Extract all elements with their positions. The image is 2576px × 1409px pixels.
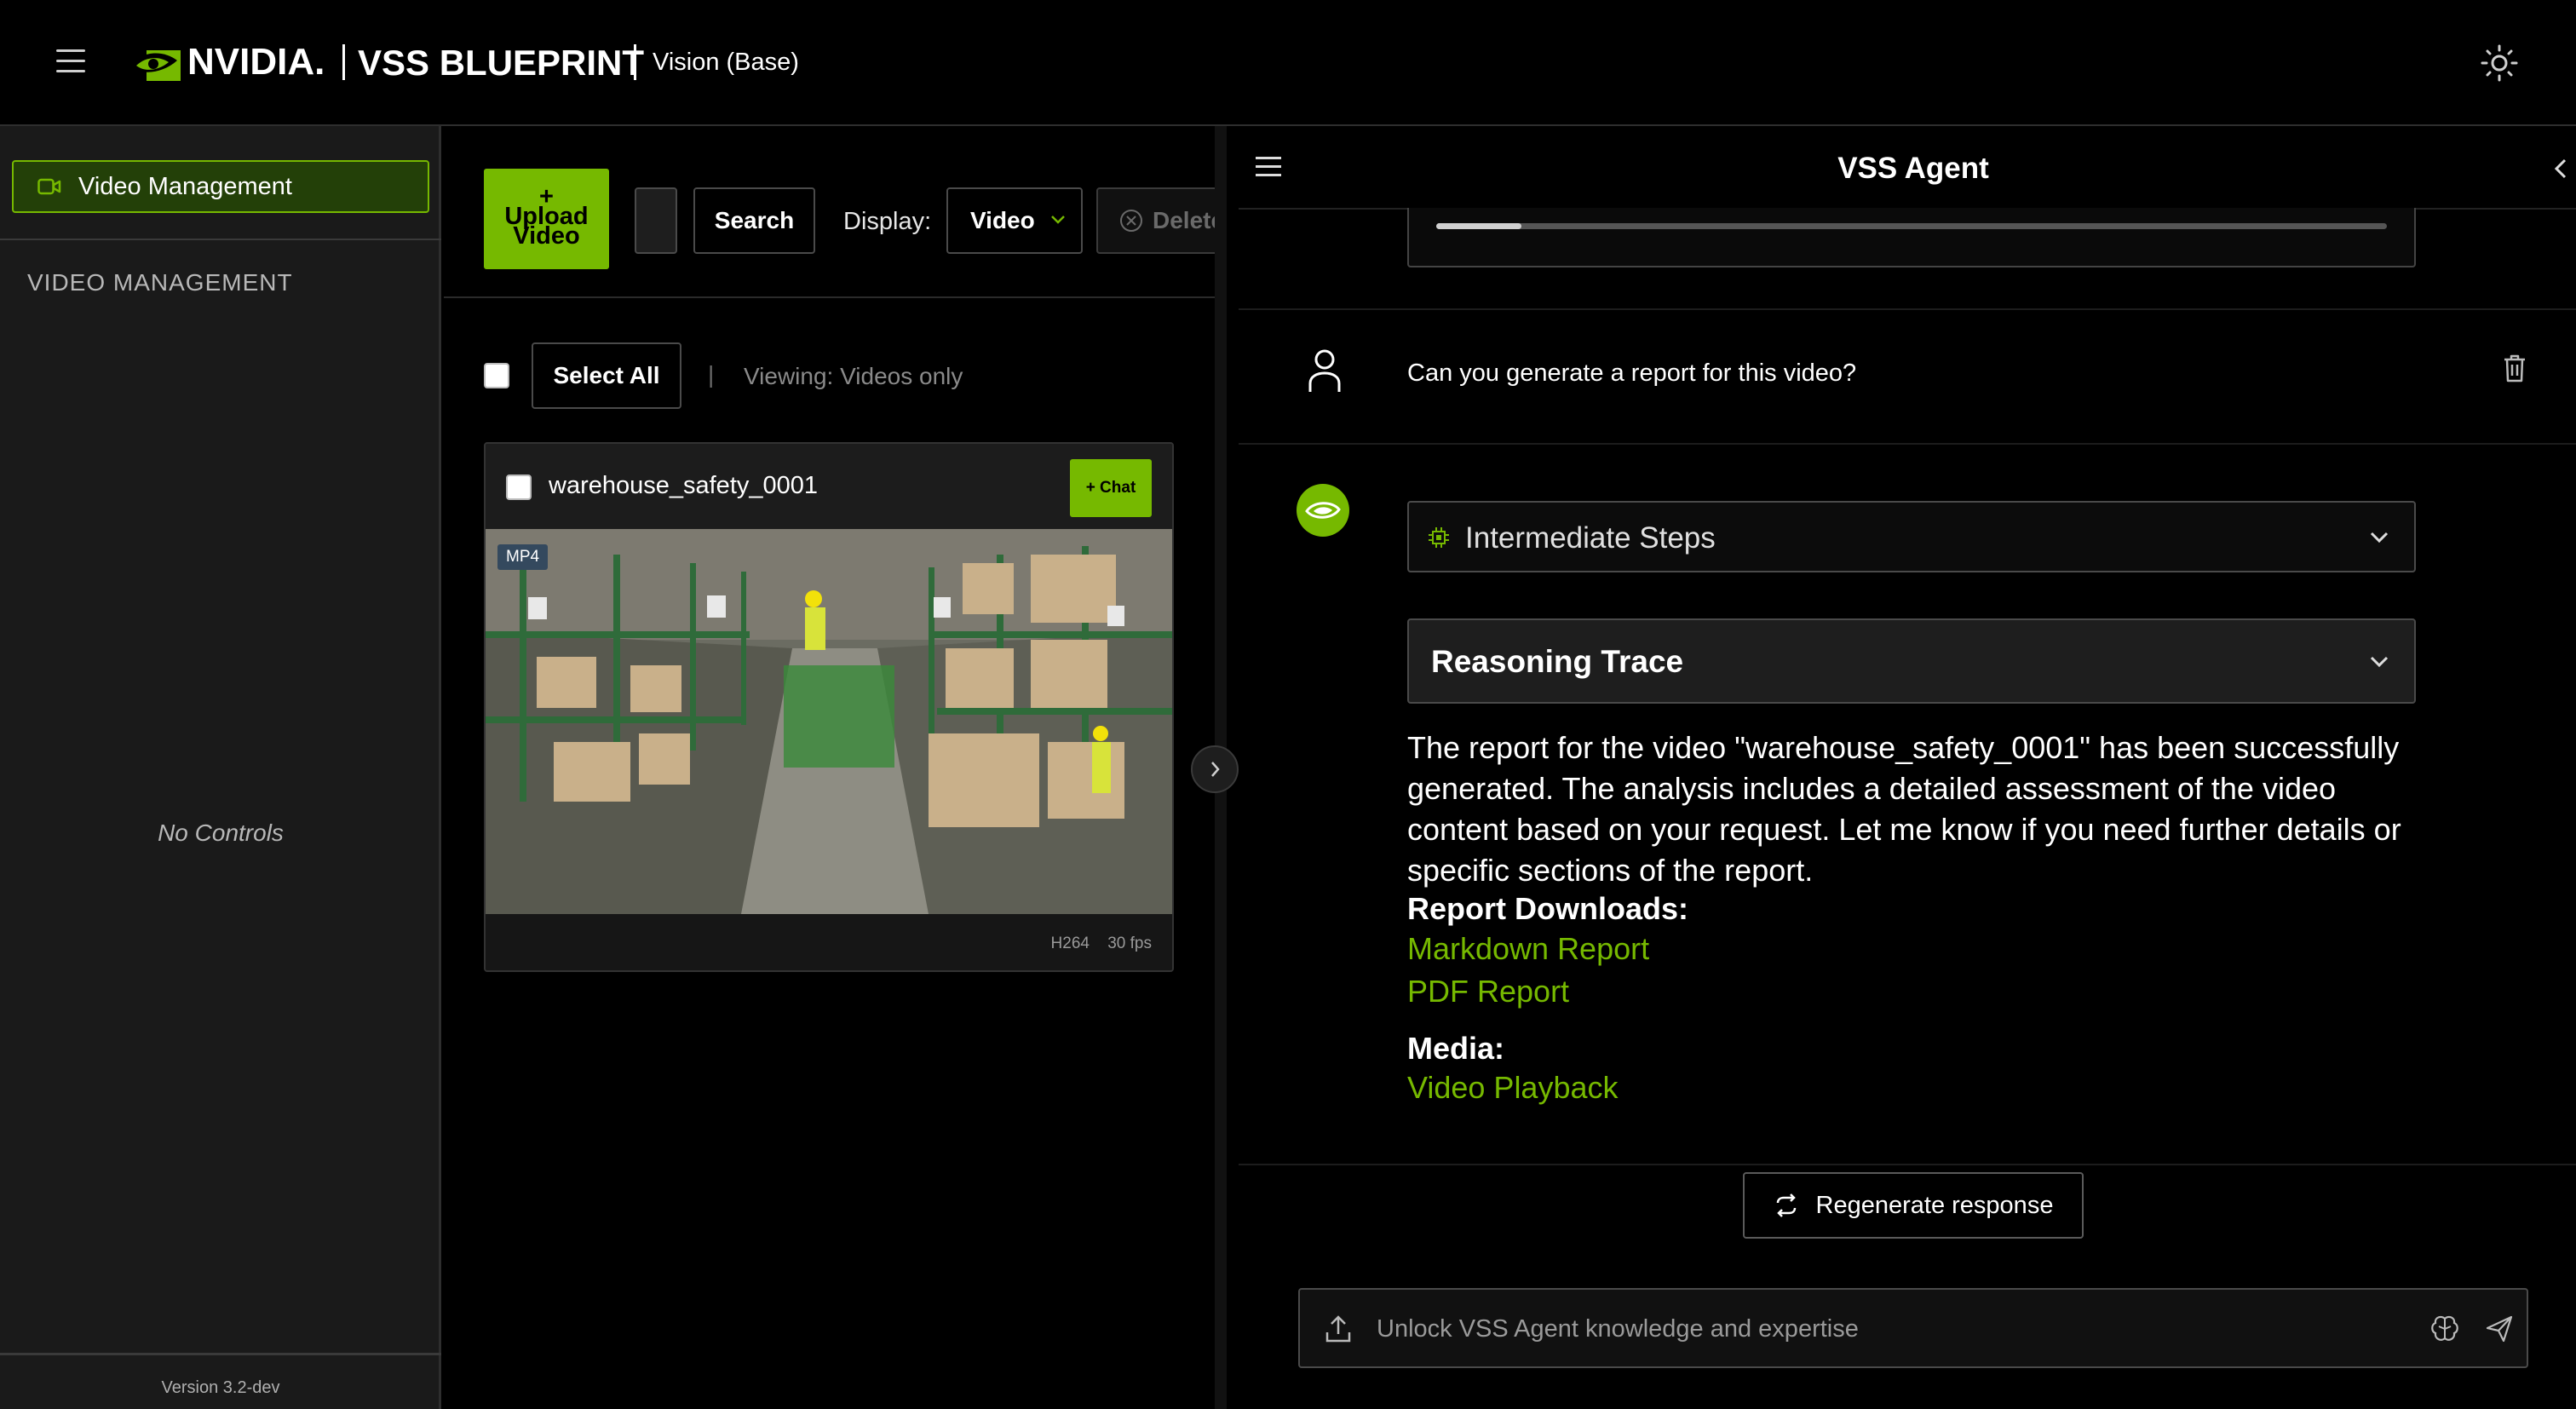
upload-icon[interactable] (1324, 1314, 1353, 1344)
chevron-right-icon (1211, 762, 1220, 777)
refresh-icon (1776, 1193, 1796, 1217)
sun-icon[interactable] (2481, 44, 2518, 82)
display-select[interactable]: Video (946, 187, 1083, 254)
video-management-panel: + Upload Video Search Display: Video Del… (444, 126, 1215, 1409)
progress-fill (1436, 223, 1522, 229)
hamburger-icon-line (56, 70, 85, 72)
video-camera-icon (37, 178, 61, 195)
video-thumbnail[interactable]: MP4 (486, 529, 1172, 914)
app-title: VSS BLUEPRINT (358, 43, 645, 83)
main-menu-button[interactable] (56, 49, 85, 75)
agent-header: VSS Agent (1239, 126, 2576, 210)
video-card[interactable]: warehouse_safety_0001 + Chat MP4 H264 30… (484, 442, 1174, 972)
user-message: Can you generate a report for this video… (1239, 310, 2576, 443)
header-divider (634, 44, 636, 80)
cpu-icon (1429, 527, 1449, 548)
regenerate-response-button[interactable]: Regenerate response (1743, 1172, 2084, 1239)
video-metadata: H264 30 fps (1038, 935, 1152, 953)
divider (0, 239, 441, 240)
delete-label: Delete (1153, 207, 1215, 233)
video-card-footer: H264 30 fps (486, 914, 1172, 970)
intermediate-steps-toggle[interactable]: Intermediate Steps (1407, 501, 2416, 572)
display-label: Display: (843, 208, 932, 235)
chat-input[interactable] (1377, 1305, 2399, 1353)
upload-label-line2: Video (513, 222, 580, 250)
version-label: Version 3.2-dev (161, 1378, 280, 1397)
top-bar: NVIDIA. VSS BLUEPRINT Vision (Base) (0, 0, 2576, 126)
nvidia-wordmark: NVIDIA. (187, 41, 325, 83)
add-to-chat-button[interactable]: + Chat (1070, 459, 1152, 517)
chevron-down-icon (2370, 656, 2389, 668)
chevron-down-icon (2370, 532, 2389, 543)
hamburger-icon-line (56, 60, 85, 62)
chevron-down-icon (1051, 216, 1065, 224)
brain-icon[interactable] (2429, 1314, 2460, 1344)
video-playback-link[interactable]: Video Playback (1407, 1070, 1619, 1106)
report-downloads-heading: Report Downloads: (1407, 891, 1688, 926)
empty-state-text: No Controls (158, 820, 284, 846)
fps-label: 30 fps (1107, 935, 1152, 952)
separator: | (708, 361, 715, 388)
panel-toggle-button[interactable] (1191, 745, 1239, 793)
codec-label: H264 (1050, 935, 1090, 952)
agent-avatar (1297, 484, 1349, 537)
agent-title: VSS Agent (1837, 152, 1989, 185)
divider (1239, 1164, 2576, 1165)
intermediate-steps-label: Intermediate Steps (1465, 521, 1716, 555)
video-checkbox[interactable] (506, 474, 532, 500)
reasoning-trace-toggle[interactable]: Reasoning Trace (1407, 618, 2416, 704)
format-badge: MP4 (497, 544, 549, 570)
section-title: VIDEO MANAGEMENT (27, 269, 293, 296)
chat-composer (1298, 1288, 2528, 1368)
progress-container (1407, 208, 2416, 267)
user-message-text: Can you generate a report for this video… (1407, 359, 1857, 387)
viewing-filter-text: Viewing: Videos only (744, 363, 963, 389)
warehouse-thumbnail-image (486, 529, 1172, 914)
chevron-left-icon[interactable] (2550, 157, 2571, 181)
display-value: Video (970, 207, 1035, 233)
upload-video-button[interactable]: + Upload Video (484, 169, 609, 269)
video-toolbar: + Upload Video Search Display: Video Del… (444, 126, 1215, 298)
select-all-button[interactable]: Select All (532, 342, 681, 409)
agent-panel-inner: VSS Agent Can you generate a report for … (1239, 126, 2576, 1409)
divider (0, 1353, 441, 1355)
close-circle-icon (1120, 210, 1142, 232)
nvidia-eye-icon (1305, 502, 1341, 519)
search-input[interactable] (635, 187, 677, 254)
nvidia-eye-icon (129, 50, 181, 81)
agent-answer-text: The report for the video "warehouse_safe… (1407, 730, 2401, 888)
selection-row: Select All | Viewing: Videos only (444, 342, 1215, 409)
media-heading: Media: (1407, 1031, 1505, 1066)
divider (1239, 443, 2576, 445)
trash-icon[interactable] (2501, 353, 2528, 383)
sidebar: Video Management VIDEO MANAGEMENT No Con… (0, 126, 441, 1409)
nvidia-logo: NVIDIA. (128, 41, 325, 83)
hamburger-icon-line (56, 49, 85, 52)
sidebar-item-video-management[interactable]: Video Management (12, 160, 429, 213)
pdf-report-link[interactable]: PDF Report (1407, 974, 1569, 1009)
select-all-checkbox[interactable] (484, 363, 509, 388)
video-card-header: warehouse_safety_0001 + Chat (486, 444, 1172, 529)
user-icon (1308, 349, 1341, 392)
send-icon[interactable] (2484, 1314, 2515, 1344)
app-subtitle: Vision (Base) (653, 49, 799, 76)
progress-track (1436, 223, 2387, 229)
markdown-report-link[interactable]: Markdown Report (1407, 931, 1649, 967)
search-button[interactable]: Search (693, 187, 815, 254)
sidebar-item-label: Video Management (78, 172, 292, 200)
agent-panel: VSS Agent Can you generate a report for … (1215, 126, 2576, 1409)
video-title: warehouse_safety_0001 (549, 472, 819, 499)
reasoning-trace-label: Reasoning Trace (1431, 644, 1684, 679)
regenerate-label: Regenerate response (1815, 1191, 2054, 1219)
delete-button[interactable]: Delete (1096, 187, 1215, 254)
header-divider (342, 44, 345, 80)
